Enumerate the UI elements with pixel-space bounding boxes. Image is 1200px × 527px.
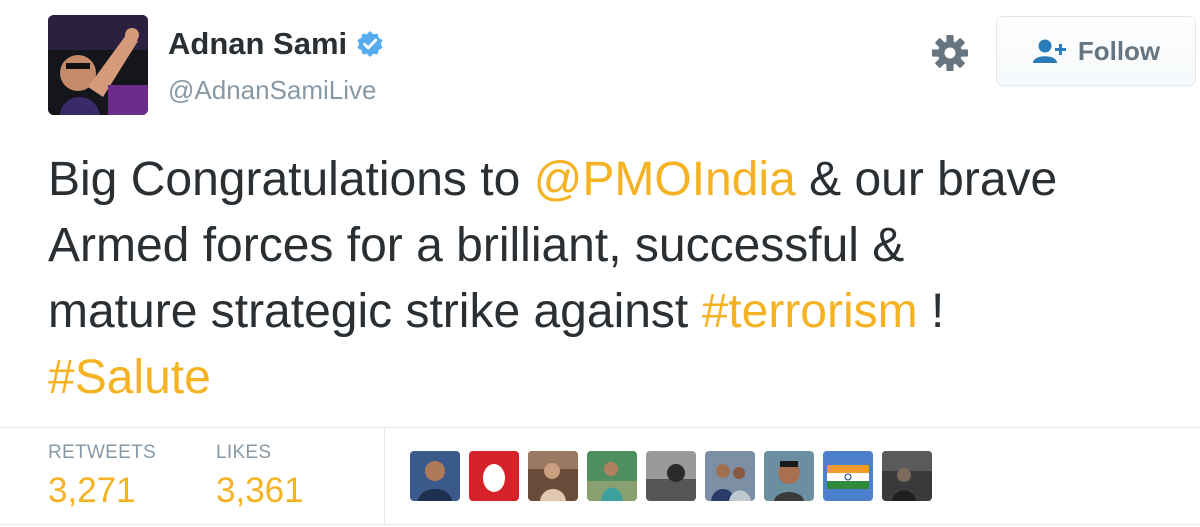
display-name[interactable]: Adnan Sami <box>168 26 347 62</box>
liker-avatar[interactable] <box>882 451 932 501</box>
verified-badge-icon <box>357 31 383 57</box>
display-name-row[interactable]: Adnan Sami <box>168 26 384 62</box>
profile-photo <box>48 15 148 115</box>
add-user-icon <box>1032 39 1066 63</box>
liker-avatar[interactable] <box>587 451 637 501</box>
liker-avatar-outdoor-icon <box>587 451 637 501</box>
liker-avatar[interactable] <box>469 451 519 501</box>
liker-avatar[interactable] <box>823 451 873 501</box>
tweet-text-segment: ! <box>917 285 945 338</box>
hashtag-link[interactable]: #Salute <box>48 351 211 404</box>
follow-label: Follow <box>1077 35 1161 66</box>
liker-avatar[interactable] <box>528 451 578 501</box>
stats-divider-top <box>0 427 1200 428</box>
liker-avatar[interactable] <box>764 451 814 501</box>
tweet-text-segment: & our brave <box>795 153 1058 206</box>
liker-avatar-mono-icon <box>646 451 696 501</box>
stats-divider-vertical <box>384 428 385 524</box>
liker-avatar-face-icon <box>764 451 814 501</box>
follow-button[interactable]: Follow <box>996 16 1196 86</box>
retweets-stat[interactable]: RETWEETS 3,271 <box>48 442 156 512</box>
hashtag-link[interactable]: #terrorism <box>702 285 918 338</box>
user-avatar[interactable] <box>48 15 148 115</box>
liker-avatars <box>410 451 941 501</box>
tweet-line-4: #Salute <box>48 345 1200 411</box>
tweet-line-3: mature strategic strike against #terrori… <box>48 279 1200 345</box>
likes-count: 3,361 <box>216 471 304 510</box>
liker-avatar-egg-icon <box>469 451 519 501</box>
liker-avatar-flag-icon <box>823 451 873 501</box>
likes-label: LIKES <box>216 442 272 463</box>
retweets-label: RETWEETS <box>48 442 156 463</box>
likes-stat[interactable]: LIKES 3,361 <box>216 442 304 512</box>
user-handle[interactable]: @AdnanSamiLive <box>168 75 377 106</box>
liker-avatar[interactable] <box>410 451 460 501</box>
tweet-line-2: Armed forces for a brilliant, successful… <box>48 219 905 272</box>
retweets-count: 3,271 <box>48 471 136 510</box>
tweet-text-segment: mature strategic strike against <box>48 285 702 338</box>
liker-avatar-dark-icon <box>882 451 932 501</box>
liker-avatar-crowd-icon <box>705 451 755 501</box>
liker-avatar[interactable] <box>646 451 696 501</box>
liker-avatar[interactable] <box>705 451 755 501</box>
liker-avatar-portrait-icon <box>410 451 460 501</box>
tweet-text-segment: Big Congratulations to <box>48 153 534 206</box>
mention-link[interactable]: @PMOIndia <box>534 153 796 206</box>
liker-avatar-sepia-icon <box>528 451 578 501</box>
tweet-text: Big Congratulations to @PMOIndia & our b… <box>48 147 1200 411</box>
tweet-line-1: Big Congratulations to @PMOIndia & our b… <box>48 147 1200 213</box>
stats-divider-bottom <box>0 524 1200 525</box>
gear-icon[interactable] <box>930 33 970 73</box>
